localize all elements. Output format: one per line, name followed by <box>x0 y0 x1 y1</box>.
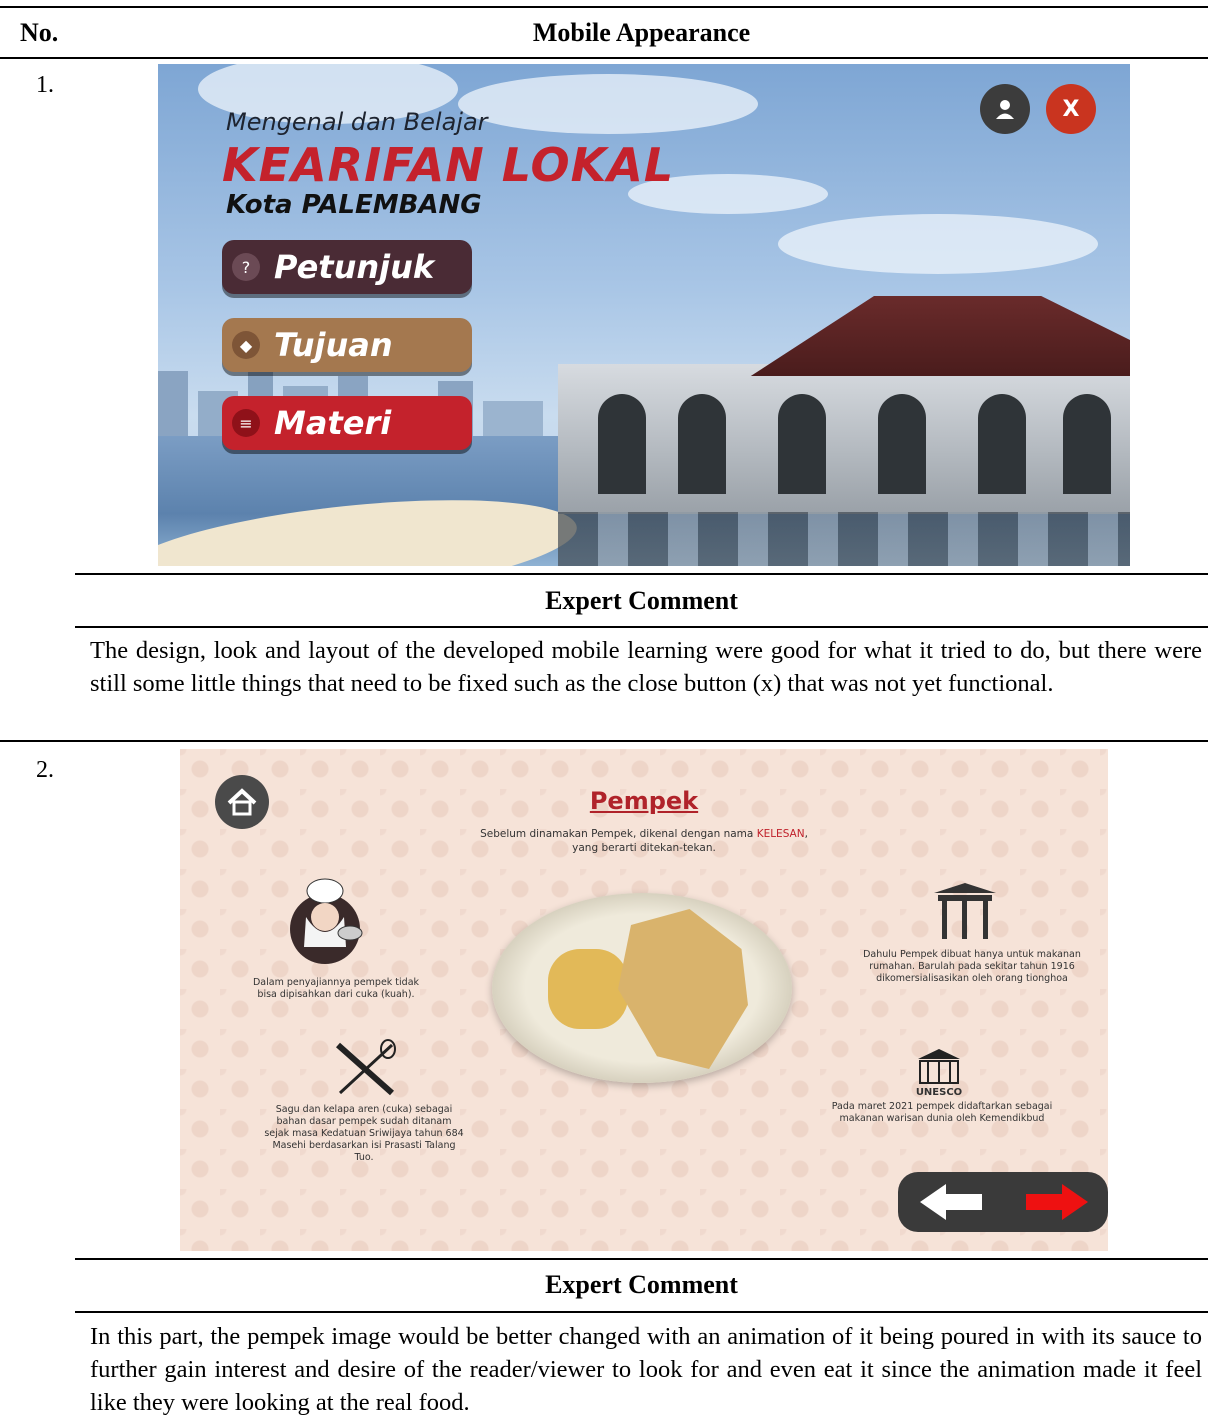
row-number: 1. <box>36 72 54 98</box>
header-bottom-rule <box>0 57 1208 59</box>
page-intro: Sebelum dinamakan Pempek, dikenal dengan… <box>480 828 808 854</box>
petunjuk-label: Petunjuk <box>274 248 435 286</box>
petunjuk-button[interactable]: ? Petunjuk <box>222 240 472 294</box>
screenshot-main-menu: Mengenal dan Belajar KEARIFAN LOKAL Kota… <box>158 64 1130 566</box>
row2-screenshot-rule <box>75 1258 1208 1260</box>
palace-reflection <box>558 512 1130 566</box>
profile-button[interactable] <box>980 84 1030 134</box>
expert-comment-text: In this part, the pempek image would be … <box>90 1323 1202 1416</box>
highlight-kelesan: KELESAN <box>756 828 805 840</box>
question-icon: ? <box>232 253 260 281</box>
garnish <box>548 949 628 1029</box>
expert-comment-text: The design, look and layout of the devel… <box>90 637 1202 697</box>
utensils-icon <box>336 1039 396 1096</box>
navigation-pill <box>898 1172 1108 1232</box>
row1-comment-rule <box>75 626 1208 628</box>
note-cuka: Dalam penyajiannya pempek tidak bisa dip… <box>252 977 420 1000</box>
row1-screenshot-rule <box>75 573 1208 575</box>
app-title: KEARIFAN LOKAL <box>222 138 675 192</box>
header-no: No. <box>20 18 59 47</box>
table-top-rule <box>0 6 1208 8</box>
row-divider <box>0 740 1208 742</box>
materi-label: Materi <box>274 404 392 442</box>
tujuan-button[interactable]: ◆ Tujuan <box>222 318 472 372</box>
note-sagu: Sagu dan kelapa aren (cuka) sebagai baha… <box>264 1104 464 1163</box>
chef-illustration <box>290 878 363 964</box>
app-subtitle: Mengenal dan Belajar <box>226 108 488 136</box>
app-city: Kota PALEMBANG <box>226 190 482 220</box>
menu-lines-icon: ≡ <box>232 409 260 437</box>
unesco-logo <box>918 1049 960 1084</box>
header-mobile-appearance: Mobile Appearance <box>532 18 751 47</box>
expert-comment-heading: Expert Comment <box>545 586 738 615</box>
expert-comment-heading: Expert Comment <box>545 1270 738 1299</box>
tujuan-label: Tujuan <box>274 326 393 364</box>
user-icon <box>996 100 1014 119</box>
unesco-label: UNESCO <box>915 1087 963 1098</box>
materi-button[interactable]: ≡ Materi <box>222 396 472 450</box>
note-tionghoa: Dahulu Pempek dibuat hanya untuk makanan… <box>863 949 1081 984</box>
note-unesco: Pada maret 2021 pempek didaftarkan sebag… <box>831 1101 1053 1124</box>
row2-comment-rule <box>75 1311 1208 1313</box>
screenshot-pempek-page: Pempek Sebelum dinamakan Pempek, dikenal… <box>180 749 1108 1251</box>
diamond-icon: ◆ <box>232 331 260 359</box>
row-number: 2. <box>36 757 54 783</box>
page-title: Pempek <box>589 787 699 815</box>
gate-icon <box>934 883 996 939</box>
close-button[interactable]: X <box>1046 84 1096 134</box>
arrow-left-icon[interactable] <box>916 1180 986 1224</box>
close-icon: X <box>1062 96 1080 122</box>
arrow-right-icon[interactable] <box>1022 1180 1092 1224</box>
